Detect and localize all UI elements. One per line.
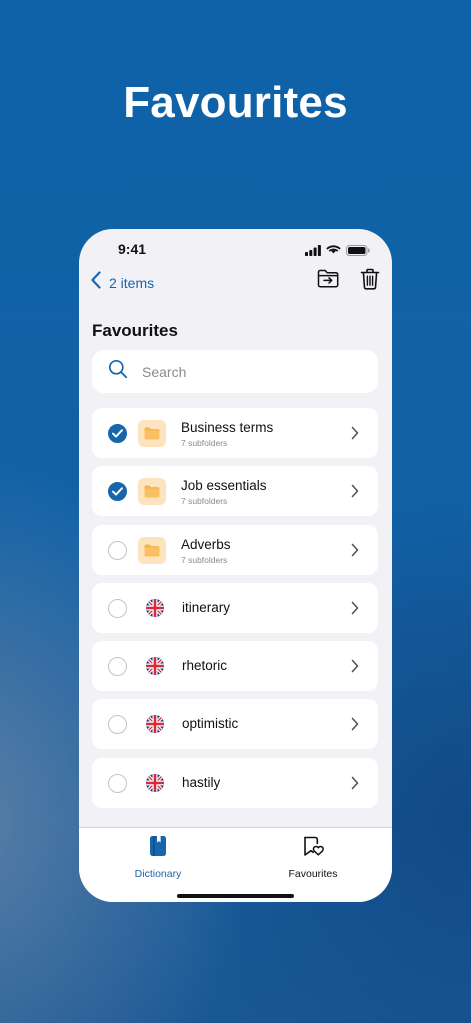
book-icon [148, 836, 168, 861]
selection-checkbox[interactable] [108, 424, 127, 443]
folder-icon [144, 544, 160, 557]
word-title: itinerary [182, 599, 231, 615]
uk-flag-icon [146, 715, 164, 734]
chevron-right-icon [351, 659, 359, 678]
status-bar: 9:41 [79, 229, 392, 269]
word-row-rhetoric[interactable]: rhetoric [92, 641, 378, 692]
folder-icon [144, 485, 160, 498]
uk-flag-icon [146, 773, 164, 792]
tab-favourites[interactable]: Favourites [253, 835, 373, 880]
battery-icon [346, 243, 370, 261]
word-row-itinerary[interactable]: itinerary [92, 582, 378, 633]
word-title: optimistic [182, 716, 239, 732]
selection-checkbox[interactable] [108, 715, 127, 735]
selection-checkbox[interactable] [108, 773, 127, 793]
back-button[interactable]: 2 items [91, 271, 154, 294]
delete-button[interactable] [358, 268, 382, 295]
search-icon [108, 359, 128, 384]
chevron-right-icon [351, 717, 359, 736]
tab-dictionary[interactable]: Dictionary [98, 835, 218, 880]
folder-move-icon [317, 269, 339, 293]
folder-row-adverbs[interactable]: Adverbs 7 subfolders [92, 524, 378, 575]
home-indicator [177, 894, 294, 898]
search-input[interactable] [142, 363, 342, 380]
selection-checkbox[interactable] [108, 482, 127, 502]
folder-icon [144, 427, 160, 440]
tab-label: Favourites [288, 868, 338, 880]
phone-screen: 9:41 2 items Favourites Search Business … [79, 229, 392, 902]
status-icons [305, 243, 370, 261]
chevron-right-icon [351, 426, 359, 445]
search-bar[interactable] [92, 350, 378, 393]
favourites-list: Business terms 7 subfolders Job essentia… [92, 408, 378, 816]
word-title: hastily [182, 774, 221, 790]
selected-count-label: 2 items [109, 274, 155, 291]
move-to-folder-button[interactable] [316, 269, 340, 293]
chevron-right-icon [351, 776, 359, 795]
folder-row-job-essentials[interactable]: Job essentials 7 subfolders [92, 466, 378, 517]
tab-label: Dictionary [134, 868, 182, 880]
checkmark-icon [112, 487, 123, 496]
word-row-hastily[interactable]: hastily [92, 757, 378, 808]
uk-flag-icon [146, 657, 164, 676]
folder-tile [138, 536, 166, 564]
chevron-right-icon [351, 601, 359, 620]
folder-tile [138, 478, 166, 506]
section-title: Favourites [92, 321, 178, 340]
folder-title: Job essentials [181, 478, 267, 494]
hero-title: Favourites [123, 78, 348, 127]
cellular-signal-icon [305, 243, 321, 261]
selection-checkbox[interactable] [108, 657, 127, 677]
nav-actions [316, 268, 382, 295]
folder-subtitle: 7 subfolders [181, 554, 228, 565]
status-time: 9:41 [118, 241, 147, 257]
heart-bookmark-icon [302, 836, 324, 861]
wifi-icon [326, 243, 341, 261]
selection-checkbox[interactable] [108, 540, 127, 560]
selection-checkbox[interactable] [108, 598, 127, 618]
chevron-left-icon [91, 271, 101, 294]
folder-title: Adverbs [181, 536, 231, 552]
folder-subtitle: 7 subfolders [181, 438, 228, 448]
navigation-bar: 2 items [79, 268, 392, 313]
chevron-right-icon [351, 543, 359, 562]
word-row-optimistic[interactable]: optimistic [92, 699, 378, 750]
word-title: rhetoric [182, 658, 228, 674]
tab-bar: Dictionary Favourites [79, 827, 392, 902]
uk-flag-icon [146, 598, 164, 617]
folder-row-business-terms[interactable]: Business terms 7 subfolders [92, 408, 378, 458]
chevron-right-icon [351, 484, 359, 503]
folder-title: Business terms [181, 420, 274, 435]
folder-tile [138, 420, 166, 447]
checkmark-icon [112, 429, 123, 438]
trash-icon [360, 268, 380, 295]
folder-subtitle: 7 subfolders [181, 496, 228, 507]
